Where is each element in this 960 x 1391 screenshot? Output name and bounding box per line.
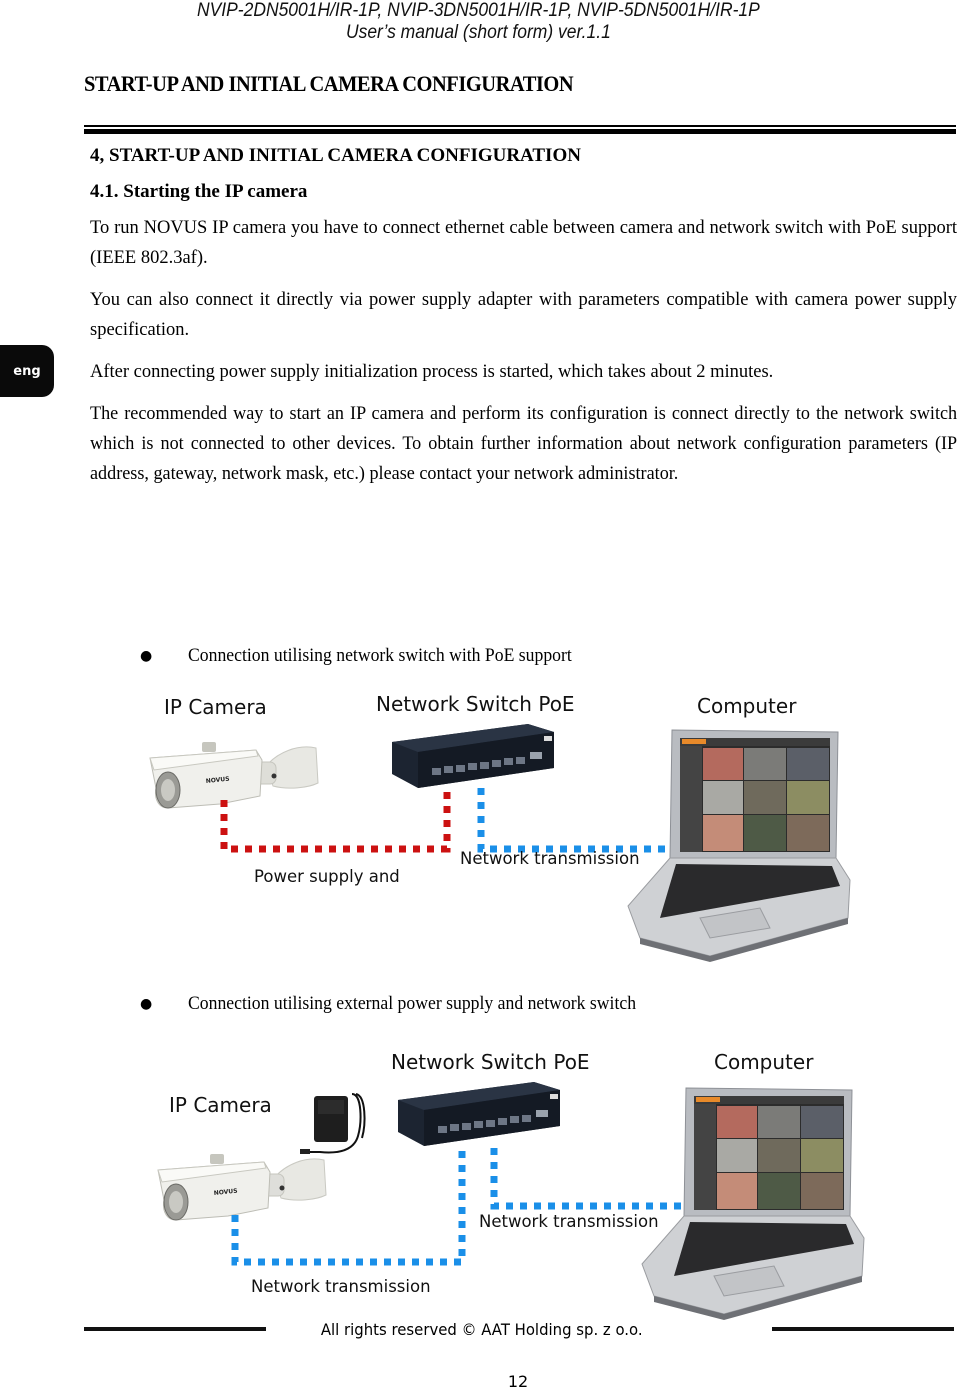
diagram2-link-switch-computer [490, 1148, 684, 1210]
diagram2-label-camera-switch-link: Network transmission [251, 1277, 431, 1296]
footer-copyright: All rights reserved © AAT Holding sp. z … [320, 1320, 643, 1339]
page-number: 12 [507, 1372, 529, 1391]
diagram2-label-switch-computer-link: Network transmission [479, 1212, 659, 1231]
